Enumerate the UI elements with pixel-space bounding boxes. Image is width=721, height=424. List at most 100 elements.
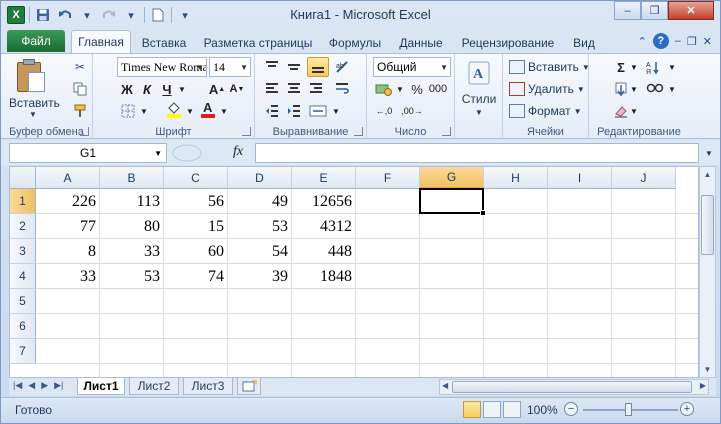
sort-filter-icon[interactable]: AЯ xyxy=(645,58,665,76)
cell-d1[interactable]: 49 xyxy=(228,189,292,214)
formula-input[interactable] xyxy=(255,143,699,163)
cell-e3[interactable]: 448 xyxy=(292,239,356,264)
font-color-icon[interactable]: A xyxy=(199,100,217,118)
underline-dropdown-icon[interactable]: ▼ xyxy=(177,80,187,98)
cell-e1[interactable]: 12656 xyxy=(292,189,356,214)
horizontal-scroll-thumb[interactable] xyxy=(452,381,692,393)
tab-page-layout[interactable]: Разметка страницы xyxy=(199,33,317,53)
cell-c3[interactable]: 60 xyxy=(164,239,228,264)
font-name-combo[interactable]: Times New Roman ▼ xyxy=(117,57,207,77)
clear-icon[interactable] xyxy=(613,102,629,120)
increase-indent-icon[interactable] xyxy=(285,102,303,120)
thousands-button[interactable]: 000 xyxy=(427,80,449,98)
vertical-scroll-thumb[interactable] xyxy=(701,195,714,255)
bold-button[interactable]: Ж xyxy=(119,80,135,98)
tab-home[interactable]: Главная xyxy=(71,30,131,53)
row-header-2[interactable]: 2 xyxy=(10,214,36,239)
cell-a2[interactable]: 77 xyxy=(36,214,100,239)
styles-dropdown-icon[interactable]: ▼ xyxy=(475,108,483,117)
page-layout-view-icon[interactable] xyxy=(483,401,501,418)
tab-data[interactable]: Данные xyxy=(393,33,449,53)
horizontal-scrollbar[interactable]: ◀ ▶ xyxy=(439,379,709,395)
borders-icon[interactable] xyxy=(119,102,137,120)
cell-d4[interactable]: 39 xyxy=(228,264,292,289)
active-cell-border[interactable] xyxy=(419,188,484,214)
align-left-icon[interactable] xyxy=(263,80,281,98)
styles-button[interactable]: Стили xyxy=(459,92,499,106)
next-sheet-icon[interactable]: ▶ xyxy=(41,380,48,391)
sheet-tab-1[interactable]: Лист1 xyxy=(77,378,125,395)
orientation-icon[interactable]: ab xyxy=(333,58,351,76)
scroll-right-icon[interactable]: ▶ xyxy=(700,381,706,390)
cell-e4[interactable]: 1848 xyxy=(292,264,356,289)
column-header-j[interactable]: J xyxy=(612,167,676,189)
insert-function-icon[interactable]: fx xyxy=(233,144,243,160)
increase-decimal-icon[interactable]: ←,0 xyxy=(373,102,395,120)
align-right-icon[interactable] xyxy=(307,80,325,98)
tab-formulas[interactable]: Формулы xyxy=(323,33,387,53)
cell-a4[interactable]: 33 xyxy=(36,264,100,289)
align-top-icon[interactable] xyxy=(263,58,281,76)
fill-color-dropdown-icon[interactable]: ▼ xyxy=(185,102,195,120)
wrap-text-icon[interactable] xyxy=(333,80,351,98)
last-sheet-icon[interactable]: ▶| xyxy=(54,380,63,391)
row-header-7[interactable]: 7 xyxy=(10,339,36,364)
cell-c2[interactable]: 15 xyxy=(164,214,228,239)
number-launcher-icon[interactable] xyxy=(442,127,451,136)
cell-b1[interactable]: 113 xyxy=(100,189,164,214)
number-format-combo[interactable]: Общий ▼ xyxy=(373,57,451,77)
column-header-d[interactable]: D xyxy=(228,167,292,189)
insert-cells-button[interactable]: Вставить ▼ xyxy=(509,58,590,76)
fill-color-icon[interactable] xyxy=(165,100,183,118)
tab-file[interactable]: Файл xyxy=(7,30,65,52)
column-header-h[interactable]: H xyxy=(484,167,548,189)
first-sheet-icon[interactable]: |◀ xyxy=(13,380,22,391)
close-button[interactable]: ✕ xyxy=(668,1,714,20)
underline-button[interactable]: Ч xyxy=(159,80,175,98)
merge-dropdown-icon[interactable]: ▼ xyxy=(331,102,341,120)
clipboard-launcher-icon[interactable] xyxy=(80,127,89,136)
cell-c1[interactable]: 56 xyxy=(164,189,228,214)
fill-dropdown-icon[interactable]: ▼ xyxy=(629,80,639,98)
cell-a1[interactable]: 226 xyxy=(36,189,100,214)
sort-dropdown-icon[interactable]: ▼ xyxy=(667,58,677,76)
paste-dropdown-icon[interactable]: ▼ xyxy=(29,110,37,119)
percent-button[interactable]: % xyxy=(409,80,425,98)
cell-e2[interactable]: 4312 xyxy=(292,214,356,239)
delete-cells-button[interactable]: Удалить ▼ xyxy=(509,80,585,98)
help-icon[interactable]: ? xyxy=(652,33,669,49)
zoom-out-icon[interactable]: − xyxy=(564,402,578,416)
minimize-button[interactable]: – xyxy=(614,1,641,20)
font-size-combo[interactable]: 14 ▼ xyxy=(209,57,251,77)
row-header-3[interactable]: 3 xyxy=(10,239,36,264)
sheet-tab-3[interactable]: Лист3 xyxy=(183,378,233,395)
tab-view[interactable]: Вид xyxy=(567,33,601,53)
workbook-minimize-icon[interactable]: – xyxy=(675,35,681,47)
tab-insert[interactable]: Вставка xyxy=(135,33,193,53)
column-header-b[interactable]: B xyxy=(100,167,164,189)
spreadsheet-grid[interactable]: A B C D E F G H I J 1 2 3 4 5 6 7 226 113 56 49 12656 77 80 15 53… xyxy=(9,166,699,378)
cell-b3[interactable]: 33 xyxy=(100,239,164,264)
column-header-i[interactable]: I xyxy=(548,167,612,189)
align-bottom-icon[interactable] xyxy=(307,57,329,77)
autosum-button[interactable]: Σ xyxy=(613,58,629,76)
alignment-launcher-icon[interactable] xyxy=(354,127,363,136)
currency-dropdown-icon[interactable]: ▼ xyxy=(395,80,405,98)
cell-b2[interactable]: 80 xyxy=(100,214,164,239)
styles-icon[interactable]: A xyxy=(467,60,491,86)
workbook-close-icon[interactable]: ✕ xyxy=(703,35,712,48)
sheet-tab-2[interactable]: Лист2 xyxy=(129,378,179,395)
zoom-level[interactable]: 100% xyxy=(527,403,558,417)
format-painter-icon[interactable] xyxy=(71,102,89,120)
tab-review[interactable]: Рецензирование xyxy=(455,33,561,53)
column-header-e[interactable]: E xyxy=(292,167,356,189)
autosum-dropdown-icon[interactable]: ▼ xyxy=(629,58,639,76)
column-header-c[interactable]: C xyxy=(164,167,228,189)
cell-d3[interactable]: 54 xyxy=(228,239,292,264)
align-middle-icon[interactable] xyxy=(285,58,303,76)
decrease-indent-icon[interactable] xyxy=(263,102,281,120)
decrease-font-icon[interactable]: A ▼ xyxy=(229,80,245,98)
scroll-up-icon[interactable]: ▲ xyxy=(700,167,715,182)
cell-c4[interactable]: 74 xyxy=(164,264,228,289)
find-dropdown-icon[interactable]: ▼ xyxy=(667,80,677,98)
